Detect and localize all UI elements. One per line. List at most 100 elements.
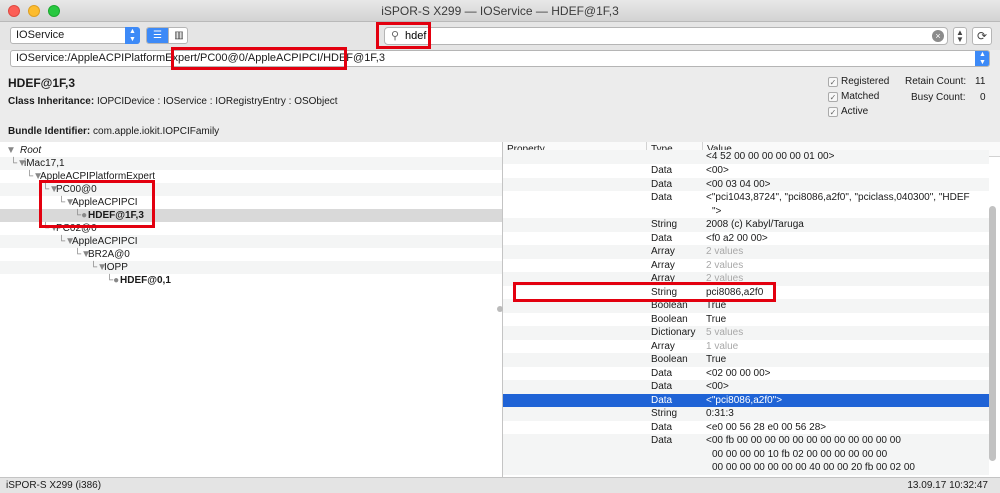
tree-row[interactable]: └▼ IOPP [0,261,502,274]
property-value-line: "> [712,205,722,217]
table-row[interactable]: pcidebugString0:31:3 [503,407,989,421]
property-value: 2 values [706,245,988,259]
tree-node-label: AppleACPIPlatformExpert [40,171,156,182]
property-value-line: 2 values [706,273,744,284]
property-value-line: <e0 00 56 28 e0 00 56 28> [706,421,827,433]
property-value: 2 values [706,272,988,286]
property-value-line: <f0 a2 00 00> [706,232,768,244]
column-view-icon[interactable]: ▥ [168,28,187,43]
table-row[interactable]: PinConfigurationsData<e0 00 56 28 e0 00 … [503,421,989,435]
class-inheritance-label: Class Inheritance: [8,96,95,107]
tree-disclosure-icon[interactable]: ▼ [6,144,16,157]
property-value: <"pci1043,8724", "pci8086,a2f0", "pcicla… [706,191,988,218]
property-value: 2008 (c) Kabyl/Taruga [706,218,988,232]
status-timestamp: 13.09.17 10:32:47 [907,480,988,491]
clear-icon[interactable]: × [932,30,944,42]
property-value-line: 2008 (c) Kabyl/Taruga [706,219,804,230]
bundle-identifier-label: Bundle Identifier: [8,126,91,137]
table-row[interactable]: class-codeData<00 03 04 00> [503,177,989,191]
plane-select[interactable]: IOService ▲ ▼ [10,27,140,44]
table-row[interactable]: CreditsString2008 (c) Kabyl/Taruga [503,218,989,232]
tree-row[interactable]: └▼ PC00@0 [0,183,502,196]
table-row[interactable]: regData<00 fb 00 00 00 00 00 00 00 00 00… [503,434,989,475]
table-row[interactable]: ▶IODeviceMemoryArray2 values [503,245,989,259]
tree-node-label: AppleACPIPCI [72,236,138,247]
property-type: String [651,286,678,298]
property-value-line: <"pci8086,a2f0"> [706,394,783,406]
matched-checkbox: ✓ Matched [828,91,879,102]
tree-row[interactable]: └▼ AppleACPIPCI [0,235,502,248]
tree-row[interactable]: └● HDEF@1F,3 [0,209,502,222]
property-type: Data [651,381,673,392]
property-value-line: 5 values [706,327,744,338]
table-row[interactable]: IOPCIResourcedBooleanTrue [503,313,989,327]
path-field[interactable]: IOService:/AppleACPIPlatformExpert/PC00@… [10,50,990,67]
refresh-icon[interactable]: ⟳ [972,27,992,45]
object-info: HDEF@1F,3 Class Inheritance: IOPCIDevice… [0,68,1000,142]
property-type: Dictionary [651,327,696,338]
table-row-partial: <4 52 00 00 00 00 00 01 00> [503,150,989,164]
view-mode-control: ☰ ▥ [146,27,188,44]
table-row[interactable]: device-idData<f0 a2 00 00> [503,232,989,246]
property-value-line: <00 fb 00 00 00 00 00 00 00 00 00 00 00 … [706,435,901,446]
property-value-line: <00> [706,381,729,392]
matched-label: Matched [841,91,880,102]
tree-disclosure-icon[interactable]: └● [106,274,119,287]
window-title: iSPOR-S X299 — IOService — HDEF@1F,3 [381,4,619,18]
tree-disclosure-icon[interactable]: └● [74,209,87,222]
class-inheritance-value: IOPCIDevice : IOService : IORegistryEntr… [96,96,338,107]
select-arrows-icon: ▲ ▼ [125,27,140,44]
path-prefix: IOService:/AppleACPIPlatformExpert [16,52,197,64]
tree-row[interactable]: └▼ BR2A@0 [0,248,502,261]
path-tail: /PC00@0/AppleACPIPCI/HDEF@1F,3 [196,52,385,64]
tree-row[interactable]: └▼ PC02@0 [0,222,502,235]
property-type: Data [651,178,673,190]
property-value-line: 2 values [706,246,744,257]
property-type: Data [651,435,673,446]
property-type: Array [651,340,675,352]
property-value: 1 value [706,340,988,354]
table-row[interactable]: layout-idData<02 00 00 00> [503,367,989,381]
tree-node-label: AppleACPIPCI [72,197,138,208]
tree-row[interactable]: └● HDEF@0,1 [0,274,502,287]
table-row[interactable]: ▶IOPowerManagementDictionary5 values [503,326,989,340]
property-value-line: 00 00 00 00 00 00 00 40 00 00 20 fb 00 0… [712,462,915,473]
table-row[interactable]: ▶IOInterruptSpecifiersArray2 values [503,272,989,286]
table-row[interactable]: ▶IOInterruptControllersArray2 values [503,259,989,273]
property-value: True [706,299,988,313]
property-value-line: <00> [706,165,729,176]
table-row[interactable]: ▶IOReportLegendArray1 value [503,340,989,354]
search-field[interactable]: ⚲ × [384,27,948,45]
search-step-button[interactable]: ▲ ▼ [953,27,967,45]
table-row[interactable]: compatibleData<"pci1043,8724", "pci8086,… [503,191,989,218]
retain-count-value: 11 [975,76,986,87]
property-value-line: 2 values [706,259,744,271]
property-value-line: <"pci1043,8724", "pci8086,a2f0", "pcicla… [706,192,970,203]
table-row[interactable]: IOReportLegendPublicBooleanTrue [503,353,989,367]
tree-row[interactable]: └▼ iMac17,1 [0,157,502,170]
tree-row[interactable]: └▼ AppleACPIPlatformExpert [0,170,502,183]
property-value-line: <00 03 04 00> [706,178,771,190]
list-view-icon[interactable]: ☰ [147,28,168,43]
property-value: True [706,313,988,327]
tree-row[interactable]: └▼ AppleACPIPCI [0,196,502,209]
property-value: True [706,353,988,367]
property-value: <"pci8086,a2f0"> [706,394,988,408]
table-row[interactable]: IONameStringpci8086,a2f0 [503,286,989,300]
property-type: Boolean [651,313,688,325]
table-row[interactable]: MaximumBootBeepVolumeData<00> [503,380,989,394]
table-row[interactable]: nameData<"pci8086,a2f0"> [503,393,989,408]
table-row[interactable]: built-inData<00> [503,164,989,178]
properties-scrollbar[interactable] [989,206,996,461]
toolbar: IOService ▲▼ ☰ ▥ ⚲ × ▲▼ ⟳ [0,22,1000,50]
property-type: Boolean [651,300,688,311]
property-type: Data [651,367,673,379]
tree-node-label: PC00@0 [56,184,97,195]
search-input[interactable] [405,29,905,43]
table-row[interactable]: IOPCIMSIModeBooleanTrue [503,299,989,313]
object-name: HDEF@1F,3 [8,76,76,90]
active-checkbox: ✓ Active [828,106,868,117]
property-type: String [651,219,678,230]
tree-row[interactable]: ▼ Root [0,144,502,157]
bundle-identifier-value: com.apple.iokit.IOPCIFamily [93,126,220,137]
